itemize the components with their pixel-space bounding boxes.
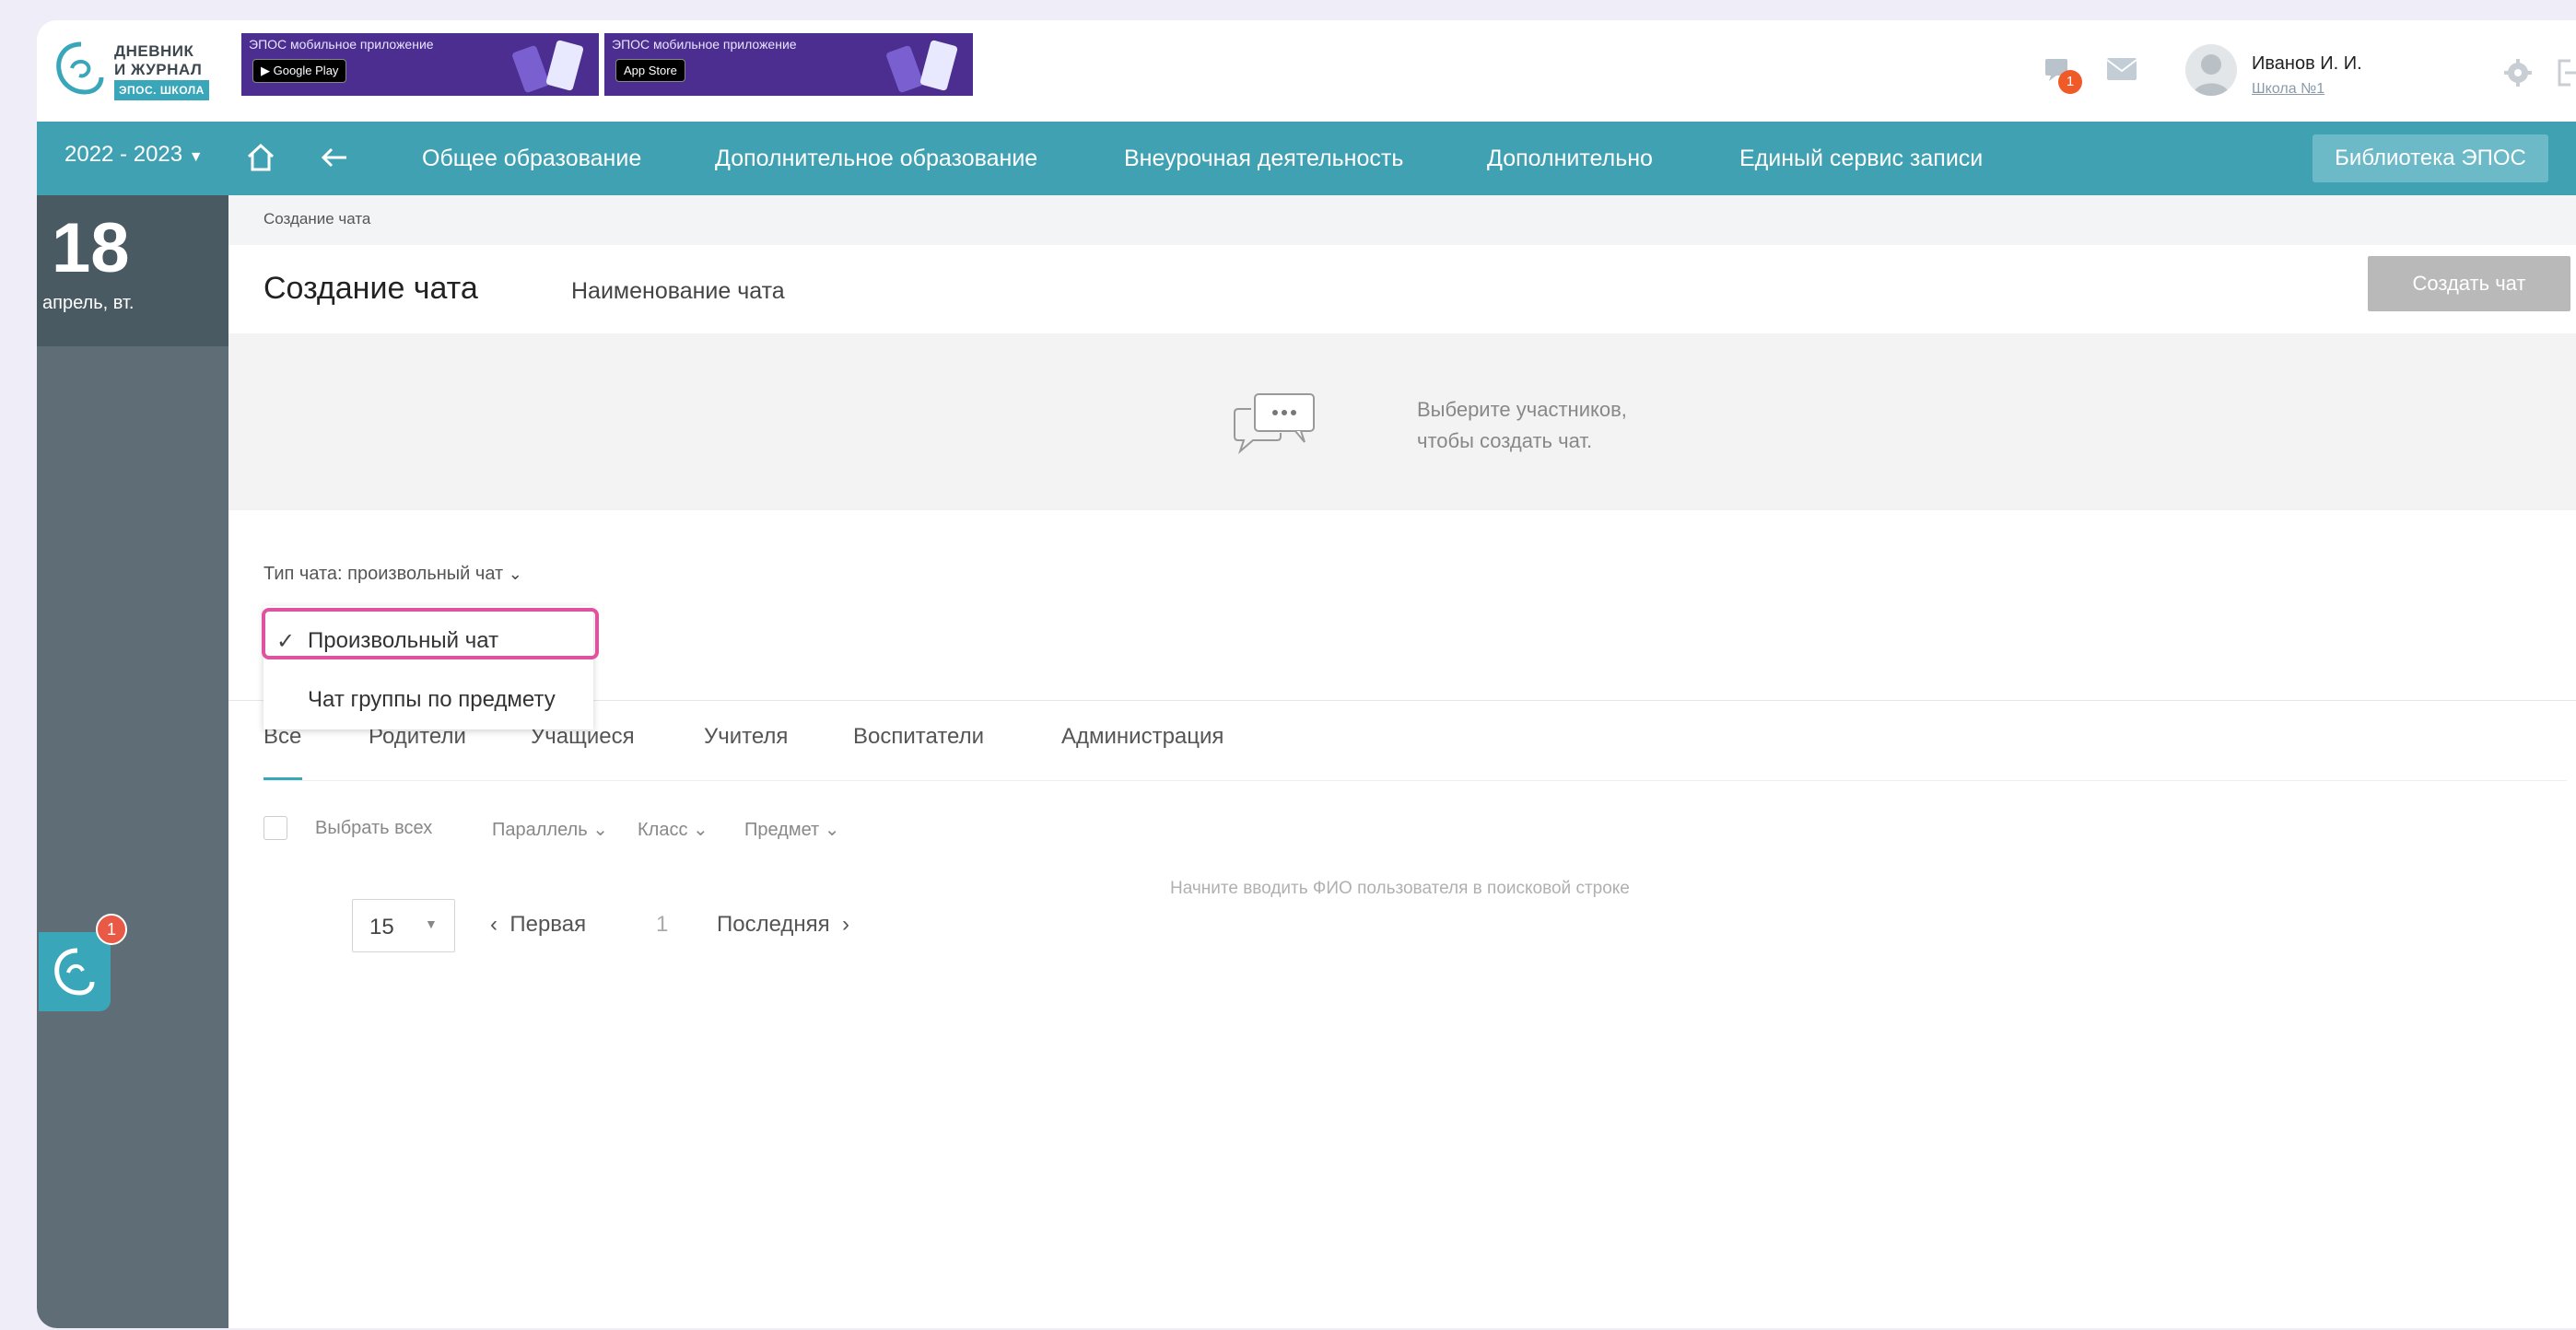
logout-button[interactable]: [2558, 57, 2576, 93]
gear-icon: [2504, 59, 2532, 87]
chat-logo-icon: [54, 948, 95, 996]
tabs-divider: [263, 780, 2567, 781]
page-title: Создание чата: [263, 271, 478, 306]
filter-class-label: Класс: [638, 820, 688, 840]
chat-type-label: Тип чата: произвольный чат: [263, 564, 504, 584]
promo-banner-google[interactable]: ЭПОС мобильное приложение ▶ Google Play: [241, 33, 599, 96]
tab-administration[interactable]: Администрация: [1061, 724, 1224, 750]
top-header: ДНЕВНИК И ЖУРНАЛ ЭПОС. ШКОЛА ЭПОС мобиль…: [37, 20, 2576, 120]
logo-icon: [56, 41, 104, 95]
first-page-label: Первая: [509, 912, 587, 937]
store-label: App Store: [624, 64, 677, 77]
nav-extracurricular[interactable]: Внеурочная деятельность: [1124, 146, 1403, 172]
title-bar: Создание чата Наименование чата Создать …: [228, 245, 2576, 334]
nav-additional[interactable]: Дополнительно: [1487, 146, 1653, 172]
sidebar: 18 апрель, вт. 1: [37, 195, 228, 1328]
search-hint: Начните вводить ФИО пользователя в поиск…: [1170, 879, 1630, 898]
caret-down-icon: ▼: [425, 916, 438, 931]
chat-type-select[interactable]: Тип чата: произвольный чат ⌄: [263, 564, 522, 585]
arrow-left-icon: [321, 147, 346, 168]
chevron-down-icon: ⌄: [592, 820, 608, 840]
store-label: Google Play: [273, 64, 339, 77]
back-button[interactable]: [319, 142, 350, 178]
promo-banner-appstore[interactable]: ЭПОС мобильное приложение App Store: [604, 33, 973, 96]
home-icon: [247, 143, 275, 171]
avatar[interactable]: [2185, 44, 2237, 96]
logout-icon: [2558, 59, 2576, 87]
page-size-select[interactable]: 15 ▼: [352, 899, 455, 952]
mail-icon: [2106, 58, 2137, 80]
logo-line1: ДНЕВНИК: [114, 42, 194, 60]
app-logo[interactable]: ДНЕВНИК И ЖУРНАЛ ЭПОС. ШКОЛА: [53, 33, 228, 107]
logo-line2: И ЖУРНАЛ: [114, 61, 203, 78]
chevron-down-icon: ⌄: [508, 565, 522, 583]
breadcrumb-item[interactable]: Создание чата: [263, 210, 370, 228]
empty-text-line2: чтобы создать чат.: [1417, 429, 1593, 452]
google-play-badge: ▶ Google Play: [252, 59, 347, 83]
phone-art-icon: [512, 40, 584, 93]
mail-button[interactable]: [2106, 57, 2137, 86]
chevron-down-icon: ▼: [188, 149, 204, 165]
promo-title: ЭПОС мобильное приложение: [612, 37, 797, 52]
breadcrumb: Создание чата: [228, 195, 2576, 245]
filter-parallel-label: Параллель: [492, 820, 588, 840]
year-label: 2022 - 2023: [64, 142, 183, 167]
first-page-button[interactable]: ‹ Первая: [490, 912, 586, 938]
app-store-badge: App Store: [615, 59, 685, 82]
option-label: Чат группы по предмету: [308, 687, 556, 712]
tab-teachers[interactable]: Учителя: [704, 724, 788, 750]
date-day: 18: [52, 209, 130, 287]
chevron-left-icon: ‹: [490, 912, 498, 937]
chevron-down-icon: ⌄: [693, 820, 708, 840]
empty-text-line1: Выберите участников,: [1417, 398, 1627, 421]
filter-parallel[interactable]: Параллель ⌄: [492, 818, 608, 841]
logo-text: ДНЕВНИК И ЖУРНАЛ ЭПОС. ШКОЛА: [114, 42, 209, 100]
nav-additional-education[interactable]: Дополнительное образование: [715, 146, 1037, 172]
select-all-checkbox[interactable]: [263, 816, 287, 840]
chat-bubbles-icon: [1234, 393, 1315, 455]
app-window: ДНЕВНИК И ЖУРНАЛ ЭПОС. ШКОЛА ЭПОС мобиль…: [37, 20, 2576, 1328]
empty-state-text: Выберите участников, чтобы создать чат.: [1417, 394, 1786, 457]
last-page-button[interactable]: Последняя ›: [717, 912, 849, 938]
chat-name-input[interactable]: Наименование чата: [571, 278, 785, 305]
logo-badge: ЭПОС. ШКОЛА: [114, 80, 209, 100]
nav-general-education[interactable]: Общее образование: [422, 146, 641, 172]
main-navbar: 2022 - 2023 ▼ Общее образование Дополнит…: [37, 122, 2576, 195]
chevron-right-icon: ›: [842, 912, 850, 937]
selection-highlight: [262, 608, 599, 659]
filter-subject-label: Предмет: [744, 820, 820, 840]
main-content: Создание чата Создание чата Наименование…: [228, 195, 2576, 1328]
promo-title: ЭПОС мобильное приложение: [249, 37, 434, 52]
home-button[interactable]: [245, 142, 276, 178]
empty-state-panel: Выберите участников, чтобы создать чат.: [228, 333, 2576, 510]
date-label: апрель, вт.: [42, 293, 135, 313]
current-page[interactable]: 1: [656, 912, 668, 938]
create-chat-button[interactable]: Создать чат: [2368, 256, 2570, 311]
notifications-button[interactable]: 1: [2042, 53, 2082, 94]
chevron-down-icon: ⌄: [824, 820, 840, 840]
user-name[interactable]: Иванов И. И.: [2252, 53, 2362, 75]
user-icon: [2193, 54, 2230, 96]
library-button[interactable]: Библиотека ЭПОС: [2313, 134, 2548, 182]
select-all-label[interactable]: Выбрать всех: [315, 818, 432, 839]
notification-badge: 1: [2058, 70, 2082, 94]
filter-subject[interactable]: Предмет ⌄: [744, 818, 840, 841]
settings-button[interactable]: [2502, 57, 2534, 93]
page-size-value: 15: [369, 915, 394, 939]
option-subject-group-chat[interactable]: Чат группы по предмету: [263, 674, 593, 726]
phone-art-icon: [886, 40, 958, 93]
filter-class[interactable]: Класс ⌄: [638, 818, 708, 841]
user-school-link[interactable]: Школа №1: [2252, 81, 2324, 98]
date-widget[interactable]: 18 апрель, вт.: [37, 195, 228, 346]
last-page-label: Последняя: [717, 912, 830, 937]
tab-educators[interactable]: Воспитатели: [853, 724, 984, 750]
chat-badge: 1: [96, 914, 127, 945]
school-year-select[interactable]: 2022 - 2023 ▼: [64, 142, 204, 168]
chat-launcher-button[interactable]: [39, 932, 111, 1011]
nav-unified-enrollment[interactable]: Единый сервис записи: [1739, 146, 1983, 172]
